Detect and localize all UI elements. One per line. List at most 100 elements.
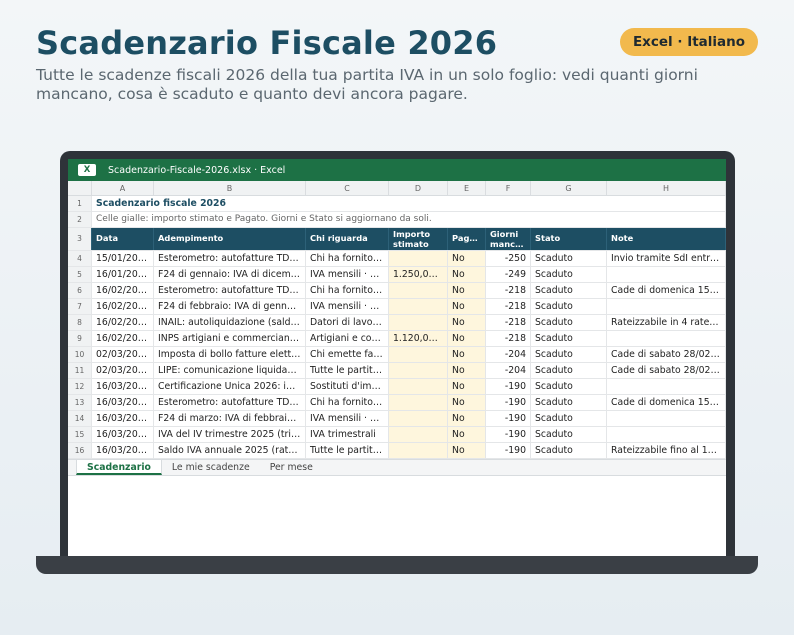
row-number[interactable]: 9 [68, 331, 92, 346]
row-number[interactable]: 11 [68, 363, 92, 378]
cell-adempimento[interactable]: LIPE: comunicazione liquidazio… [154, 363, 306, 378]
cell-stato[interactable]: Scaduto [531, 331, 607, 346]
cell-note[interactable]: Invio tramite SdI entro… [607, 251, 726, 266]
cell-data[interactable]: 16/01/2026 [92, 267, 154, 282]
cell-adempimento[interactable]: Esterometro: autofatture TD17… [154, 395, 306, 410]
cell-pagato[interactable]: No [448, 267, 486, 282]
cell-data[interactable]: 15/01/2026 [92, 251, 154, 266]
cell-pagato[interactable]: No [448, 331, 486, 346]
cell-data[interactable]: 16/02/2026 [92, 299, 154, 314]
cell-stato[interactable]: Scaduto [531, 411, 607, 426]
cell-data[interactable]: 16/03/2026 [92, 411, 154, 426]
cell-data[interactable]: 16/02/2026 [92, 331, 154, 346]
column-header-a[interactable]: A [92, 181, 154, 195]
cell-note[interactable] [607, 299, 726, 314]
cell-data[interactable]: 16/03/2026 [92, 427, 154, 442]
cell-note[interactable]: Rateizzabile in 4 rate (… [607, 315, 726, 330]
row-number[interactable]: 4 [68, 251, 92, 266]
cell-stato[interactable]: Scaduto [531, 283, 607, 298]
column-header-c[interactable]: C [306, 181, 389, 195]
cell-giorni[interactable]: -204 [486, 347, 531, 362]
cell-data[interactable]: 16/02/2026 [92, 283, 154, 298]
row-number[interactable]: 1 [68, 196, 92, 211]
column-header-g[interactable]: G [531, 181, 607, 195]
cell-chi-riguarda[interactable]: IVA mensili · s… [306, 299, 389, 314]
cell-stato[interactable]: Scaduto [531, 443, 607, 458]
cell-giorni[interactable]: -218 [486, 315, 531, 330]
cell-pagato[interactable]: No [448, 427, 486, 442]
cell-importo[interactable]: 1.250,00 € [389, 267, 448, 282]
cell-pagato[interactable]: No [448, 395, 486, 410]
row-number[interactable]: 13 [68, 395, 92, 410]
cell-adempimento[interactable]: Certificazione Unica 2026: invi… [154, 379, 306, 394]
cell-pagato[interactable]: No [448, 299, 486, 314]
cell-adempimento[interactable]: F24 di marzo: IVA di febbraio, … [154, 411, 306, 426]
sheet-note-cell[interactable]: Celle gialle: importo stimato e Pagato. … [92, 212, 726, 227]
cell-chi-riguarda[interactable]: Tutte le partite… [306, 363, 389, 378]
cell-data[interactable]: 16/03/2026 [92, 379, 154, 394]
cell-stato[interactable]: Scaduto [531, 251, 607, 266]
cell-importo[interactable] [389, 363, 448, 378]
tab-le-mie-scadenze[interactable]: Le mie scadenze [162, 460, 260, 475]
cell-importo[interactable] [389, 395, 448, 410]
cell-note[interactable]: Cade di domenica 15/… [607, 395, 726, 410]
row-number[interactable]: 15 [68, 427, 92, 442]
cell-adempimento[interactable]: Imposta di bollo fatture elettro… [154, 347, 306, 362]
cell-importo[interactable] [389, 411, 448, 426]
cell-chi-riguarda[interactable]: Chi emette fat… [306, 347, 389, 362]
cell-stato[interactable]: Scaduto [531, 347, 607, 362]
cell-pagato[interactable]: No [448, 251, 486, 266]
row-number[interactable]: 10 [68, 347, 92, 362]
column-header-b[interactable]: B [154, 181, 306, 195]
row-number[interactable]: 12 [68, 379, 92, 394]
cell-importo[interactable] [389, 347, 448, 362]
cell-chi-riguarda[interactable]: Tutte le partite… [306, 443, 389, 458]
select-all-corner[interactable] [68, 181, 92, 195]
row-number[interactable]: 14 [68, 411, 92, 426]
cell-data[interactable]: 16/03/2026 [92, 395, 154, 410]
cell-adempimento[interactable]: Esterometro: autofatture TD17… [154, 283, 306, 298]
cell-chi-riguarda[interactable]: Chi ha fornitori… [306, 395, 389, 410]
cell-chi-riguarda[interactable]: IVA mensili · s… [306, 411, 389, 426]
cell-chi-riguarda[interactable]: Artigiani e co… [306, 331, 389, 346]
row-number[interactable]: 16 [68, 443, 92, 458]
cell-pagato[interactable]: No [448, 411, 486, 426]
cell-giorni[interactable]: -218 [486, 283, 531, 298]
column-header-f[interactable]: F [486, 181, 531, 195]
cell-pagato[interactable]: No [448, 347, 486, 362]
cell-note[interactable]: Cade di sabato 28/02: … [607, 347, 726, 362]
cell-data[interactable]: 02/03/2026 [92, 363, 154, 378]
cell-chi-riguarda[interactable]: Datori di lavor… [306, 315, 389, 330]
cell-note[interactable]: Rateizzabile fino al 16/… [607, 443, 726, 458]
header-stato[interactable]: Stato [531, 228, 607, 250]
cell-stato[interactable]: Scaduto [531, 395, 607, 410]
cell-note[interactable] [607, 379, 726, 394]
cell-note[interactable] [607, 427, 726, 442]
cell-importo[interactable] [389, 443, 448, 458]
cell-pagato[interactable]: No [448, 283, 486, 298]
cell-giorni[interactable]: -218 [486, 299, 531, 314]
column-header-d[interactable]: D [389, 181, 448, 195]
cell-stato[interactable]: Scaduto [531, 315, 607, 330]
cell-giorni[interactable]: -249 [486, 267, 531, 282]
cell-stato[interactable]: Scaduto [531, 379, 607, 394]
cell-adempimento[interactable]: INAIL: autoliquidazione (saldo … [154, 315, 306, 330]
cell-importo[interactable] [389, 427, 448, 442]
cell-note[interactable] [607, 267, 726, 282]
cell-giorni[interactable]: -190 [486, 379, 531, 394]
column-header-e[interactable]: E [448, 181, 486, 195]
cell-note[interactable]: Cade di sabato 28/02: … [607, 363, 726, 378]
header-data[interactable]: Data [92, 228, 154, 250]
cell-note[interactable]: Cade di domenica 15/… [607, 283, 726, 298]
header-chi-riguarda[interactable]: Chi riguarda [306, 228, 389, 250]
cell-importo[interactable] [389, 379, 448, 394]
cell-adempimento[interactable]: INPS artigiani e commercianti:… [154, 331, 306, 346]
cell-importo[interactable] [389, 299, 448, 314]
cell-adempimento[interactable]: F24 di gennaio: IVA di dicembr… [154, 267, 306, 282]
cell-pagato[interactable]: No [448, 315, 486, 330]
cell-giorni[interactable]: -190 [486, 411, 531, 426]
row-number[interactable]: 2 [68, 212, 92, 227]
header-note[interactable]: Note [607, 228, 726, 250]
cell-chi-riguarda[interactable]: IVA trimestrali [306, 427, 389, 442]
row-number[interactable]: 7 [68, 299, 92, 314]
